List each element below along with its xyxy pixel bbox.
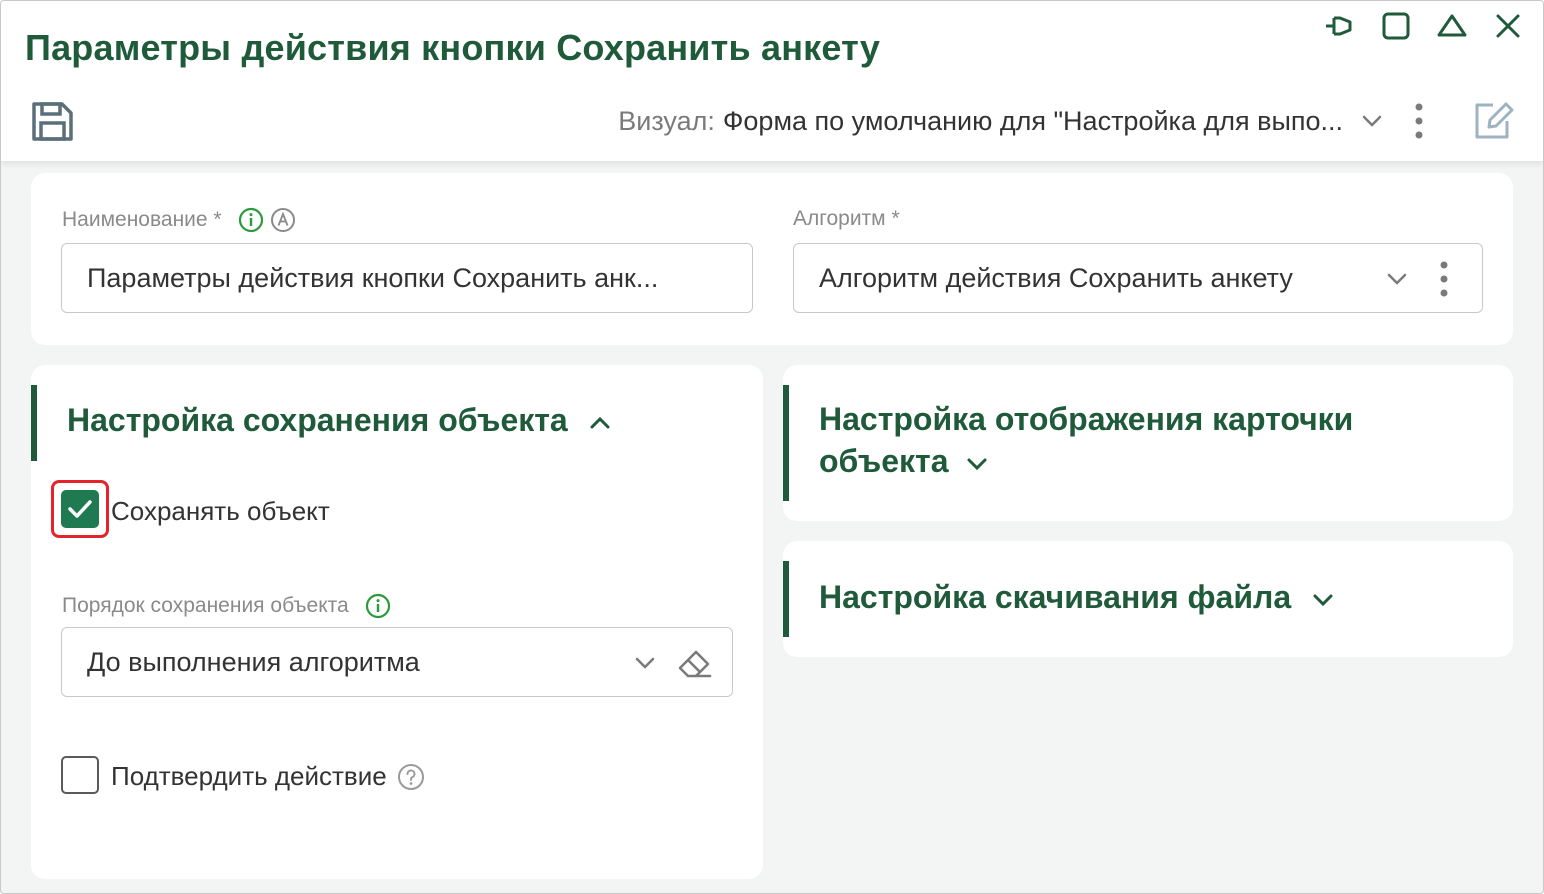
algorithm-field[interactable]: Алгоритм действия Сохранить анкету — [793, 243, 1483, 313]
checkmark-icon — [68, 500, 92, 518]
order-field-value: До выполнения алгоритма — [87, 646, 420, 677]
visual-value[interactable]: Форма по умолчанию для "Настройка для вы… — [723, 106, 1343, 137]
eraser-icon[interactable] — [674, 644, 714, 682]
order-field-label-row: Порядок сохранения объекта — [62, 593, 391, 619]
visual-selector[interactable]: Визуал: Форма по умолчанию для "Настройк… — [618, 97, 1543, 145]
algorithm-field-label: Алгоритм * — [793, 207, 900, 230]
save-object-label[interactable]: Сохранять объект — [111, 496, 330, 527]
card-display-title-line2: объекта — [819, 443, 949, 479]
algorithm-field-label-row: Алгоритм * — [793, 207, 900, 231]
floppy-disk-icon[interactable] — [29, 99, 77, 143]
confirm-action-label-row: Подтвердить действие — [111, 761, 425, 792]
algorithm-field-value: Алгоритм действия Сохранить анкету — [819, 262, 1293, 293]
order-field-label: Порядок сохранения объекта — [62, 594, 349, 617]
save-settings-section: Настройка сохранения объекта Сохранять о… — [31, 365, 763, 879]
file-download-section: Настройка скачивания файла — [783, 541, 1513, 657]
kebab-vertical-icon[interactable] — [1409, 101, 1429, 141]
order-field[interactable]: До выполнения алгоритма — [61, 627, 733, 697]
chevron-down-icon[interactable] — [1359, 108, 1385, 134]
name-field-label-row: Наименование * — [62, 207, 296, 233]
dialog-window: Параметры действия кнопки Сохранить анке… — [0, 0, 1544, 894]
maximize-icon[interactable] — [1379, 9, 1413, 43]
chevron-up-icon[interactable] — [586, 409, 614, 437]
main-fields-card: Наименование * Параметры действия кнопки… — [31, 173, 1513, 345]
card-display-title-line1: Настройка отображения карточки — [819, 401, 1354, 437]
auto-name-icon[interactable] — [270, 207, 296, 233]
dialog-header: Параметры действия кнопки Сохранить анке… — [1, 1, 1543, 161]
confirm-action-label[interactable]: Подтвердить действие — [111, 761, 387, 792]
info-icon[interactable] — [365, 593, 391, 619]
help-icon[interactable] — [397, 763, 425, 791]
name-field[interactable]: Параметры действия кнопки Сохранить анк.… — [61, 243, 753, 313]
name-field-label: Наименование * — [62, 208, 222, 231]
save-section-title: Настройка сохранения объекта — [67, 402, 568, 438]
dialog-title: Параметры действия кнопки Сохранить анке… — [25, 27, 881, 68]
file-download-title: Настройка скачивания файла — [819, 579, 1292, 615]
collapse-icon[interactable] — [1435, 9, 1469, 43]
visual-label: Визуал: — [618, 105, 715, 136]
kebab-vertical-icon[interactable] — [1434, 260, 1454, 298]
file-download-section-header[interactable]: Настройка скачивания файла — [819, 576, 1337, 618]
chevron-down-icon[interactable] — [1384, 266, 1410, 292]
section-accent-bar — [783, 561, 789, 637]
save-object-checkbox[interactable] — [61, 490, 99, 528]
chevron-down-icon[interactable] — [963, 450, 991, 478]
confirm-action-checkbox[interactable] — [61, 756, 99, 794]
section-accent-bar — [783, 385, 789, 501]
chevron-down-icon[interactable] — [632, 650, 658, 676]
pin-icon[interactable] — [1323, 9, 1357, 43]
name-field-value: Параметры действия кнопки Сохранить анк.… — [87, 262, 659, 293]
edit-pencil-icon[interactable] — [1471, 99, 1515, 143]
card-display-section-header[interactable]: Настройка отображения карточки объекта — [819, 398, 1353, 482]
card-display-section: Настройка отображения карточки объекта — [783, 365, 1513, 521]
info-icon[interactable] — [238, 207, 264, 233]
section-accent-bar — [31, 385, 37, 461]
save-section-header[interactable]: Настройка сохранения объекта — [67, 399, 614, 441]
chevron-down-icon[interactable] — [1309, 586, 1337, 614]
close-icon[interactable] — [1491, 9, 1525, 43]
window-controls — [1323, 9, 1525, 43]
